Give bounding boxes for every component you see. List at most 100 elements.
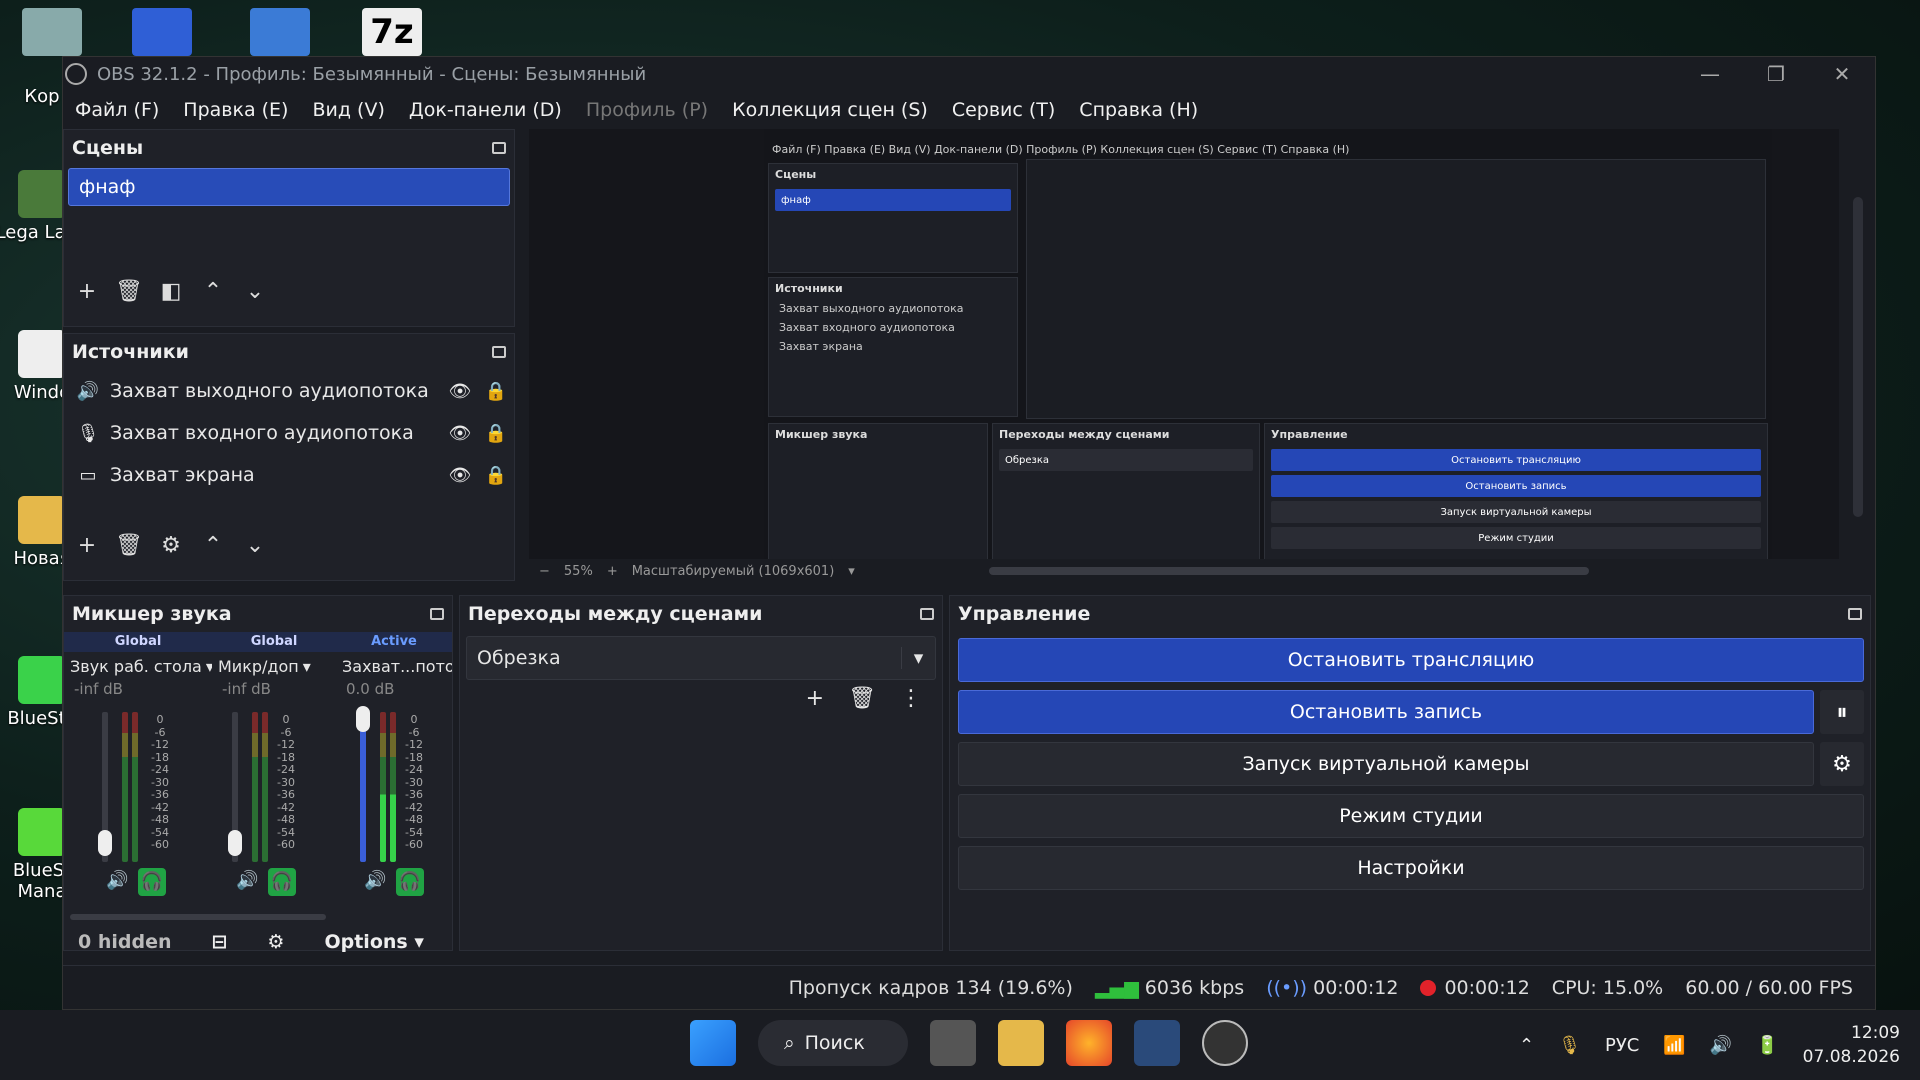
firefox-icon[interactable] <box>1066 1020 1112 1066</box>
undock-icon[interactable] <box>430 608 444 620</box>
speaker-icon[interactable]: 🔊 <box>106 870 128 891</box>
menu-view[interactable]: Вид (V) <box>300 99 396 121</box>
lock-icon[interactable]: 🔒 <box>478 423 514 444</box>
channel-name[interactable]: Захват...потока <box>336 652 452 680</box>
more-icon[interactable]: ⋮ <box>900 686 922 711</box>
headphones-icon[interactable]: 🎧 <box>268 868 296 896</box>
filter-icon[interactable]: ◧ <box>160 279 182 304</box>
menu-tools[interactable]: Сервис (T) <box>940 99 1067 121</box>
inner-mixer-title: Микшер звука <box>775 428 868 441</box>
move-down-icon[interactable]: ⌄ <box>244 533 266 558</box>
add-icon[interactable]: + <box>806 686 824 711</box>
document-icon[interactable] <box>250 8 310 56</box>
recycle-bin-icon[interactable] <box>22 8 82 56</box>
lock-icon[interactable]: 🔒 <box>478 381 514 402</box>
studio-mode-button[interactable]: Режим студии <box>958 794 1864 838</box>
source-item[interactable]: ▭ Захват экрана 👁 🔒 <box>64 454 514 496</box>
trash-icon[interactable]: 🗑 <box>115 533 143 558</box>
add-icon[interactable]: + <box>76 279 98 304</box>
mixer-scrollbar[interactable] <box>70 914 326 920</box>
menu-file[interactable]: Файл (F) <box>63 99 171 121</box>
mixer-channel: Global Звук раб. стола ▾ -inf dB 0 -6 -12 -1… <box>64 632 212 896</box>
stream-time: 00:00:12 <box>1313 976 1399 999</box>
headphones-icon[interactable]: 🎧 <box>396 868 424 896</box>
undock-icon[interactable] <box>492 346 506 358</box>
speaker-icon[interactable]: 🔊 <box>236 870 258 891</box>
vertical-scrollbar[interactable] <box>1853 197 1863 517</box>
menu-scene-collection[interactable]: Коллекция сцен (S) <box>720 99 940 121</box>
headphones-icon[interactable]: 🎧 <box>138 868 166 896</box>
minimize-button[interactable]: — <box>1677 57 1743 91</box>
scene-item[interactable]: фнаф <box>68 168 510 206</box>
channel-name[interactable]: Звук раб. стола ▾ <box>64 652 212 680</box>
record-time-indicator: 00:00:12 <box>1420 977 1530 999</box>
virtual-camera-button[interactable]: Запуск виртуальной камеры <box>958 742 1814 786</box>
level-meter-left <box>122 712 128 862</box>
undock-icon[interactable] <box>492 142 506 154</box>
folder-icon <box>18 496 66 544</box>
menu-help[interactable]: Справка (H) <box>1067 99 1210 121</box>
microphone-icon[interactable]: 🎙 <box>1558 1035 1581 1056</box>
horizontal-scrollbar[interactable] <box>988 567 1589 575</box>
volume-slider-knob[interactable] <box>356 706 370 732</box>
volume-icon[interactable]: 🔊 <box>1710 1035 1732 1056</box>
source-item[interactable]: 🔊 Захват выходного аудиопотока 👁 🔒 <box>64 370 514 412</box>
channel-name[interactable]: Микр/доп ▾ <box>212 652 336 680</box>
transition-select[interactable]: Обрезка ▾ <box>466 636 936 680</box>
obs-taskbar-icon[interactable] <box>1202 1020 1248 1066</box>
channel-name-label: Микр/доп <box>218 656 299 676</box>
stop-record-button[interactable]: Остановить запись <box>958 690 1814 734</box>
windows-start-icon[interactable] <box>690 1020 736 1066</box>
menu-edit[interactable]: Правка (E) <box>171 99 300 121</box>
source-item[interactable]: 🎙 Захват входного аудиопотока 👁 🔒 <box>64 412 514 454</box>
settings-icon[interactable]: ⚙ <box>267 931 284 953</box>
roblox-icon[interactable] <box>132 8 192 56</box>
eye-icon[interactable]: 👁 <box>442 381 478 402</box>
maximize-button[interactable]: ❐ <box>1743 57 1809 91</box>
inner-sources-dock: Источники Захват выходного аудиопотока З… <box>768 277 1018 417</box>
chevron-down-icon[interactable]: ▾ <box>848 564 855 579</box>
clock[interactable]: 12:09 07.08.2026 <box>1803 1021 1900 1069</box>
volume-slider-track[interactable] <box>360 712 366 862</box>
eye-icon[interactable]: 👁 <box>442 465 478 486</box>
file-explorer-icon[interactable] <box>998 1020 1044 1066</box>
close-button[interactable]: ✕ <box>1809 57 1875 91</box>
trash-icon[interactable]: 🗑 <box>115 279 143 304</box>
gear-icon[interactable]: ⚙ <box>160 533 182 558</box>
language-indicator[interactable]: РУС <box>1605 1035 1639 1056</box>
level-meter-right <box>132 712 138 862</box>
zoom-out-button[interactable]: − <box>539 564 550 579</box>
undock-icon[interactable] <box>920 608 934 620</box>
battery-icon[interactable]: 🔋 <box>1756 1035 1778 1056</box>
7zip-icon[interactable]: 7z <box>362 8 422 56</box>
options-button[interactable]: Options ▾ <box>324 931 423 953</box>
zoom-in-button[interactable]: + <box>607 564 618 579</box>
gear-icon[interactable]: ⚙ <box>1820 742 1864 786</box>
volume-slider-knob[interactable] <box>98 830 112 856</box>
wifi-icon[interactable]: 📶 <box>1663 1035 1685 1056</box>
pause-icon[interactable]: ⏸ <box>1820 690 1864 734</box>
chevron-up-icon[interactable]: ⌃ <box>1519 1035 1534 1056</box>
task-view-icon[interactable] <box>930 1020 976 1066</box>
hidden-count: 0 hidden <box>78 931 172 953</box>
volume-slider-knob[interactable] <box>228 830 242 856</box>
taskbar-search[interactable]: ⌕ Поиск <box>758 1020 908 1066</box>
steam-icon[interactable] <box>1134 1020 1180 1066</box>
trash-icon[interactable]: 🗑 <box>848 686 876 711</box>
speaker-icon[interactable]: 🔊 <box>364 870 386 891</box>
preview-area[interactable]: Файл (F) Правка (E) Вид (V) Док-панели (… <box>529 129 1839 559</box>
move-down-icon[interactable]: ⌄ <box>244 279 266 304</box>
menu-docks[interactable]: Док-панели (D) <box>397 99 574 121</box>
move-up-icon[interactable]: ⌃ <box>202 279 224 304</box>
eye-icon[interactable]: 👁 <box>442 423 478 444</box>
fps: 60.00 / 60.00 FPS <box>1685 976 1853 999</box>
settings-button[interactable]: Настройки <box>958 846 1864 890</box>
layout-icon[interactable]: ⊟ <box>212 931 228 953</box>
lock-icon[interactable]: 🔒 <box>478 465 514 486</box>
undock-icon[interactable] <box>1848 608 1862 620</box>
mixer-title: Микшер звука <box>72 603 232 625</box>
add-icon[interactable]: + <box>76 533 98 558</box>
stop-stream-button[interactable]: Остановить трансляцию <box>958 638 1864 682</box>
move-up-icon[interactable]: ⌃ <box>202 533 224 558</box>
scale-mode[interactable]: Масштабируемый (1069x601) <box>632 564 835 579</box>
